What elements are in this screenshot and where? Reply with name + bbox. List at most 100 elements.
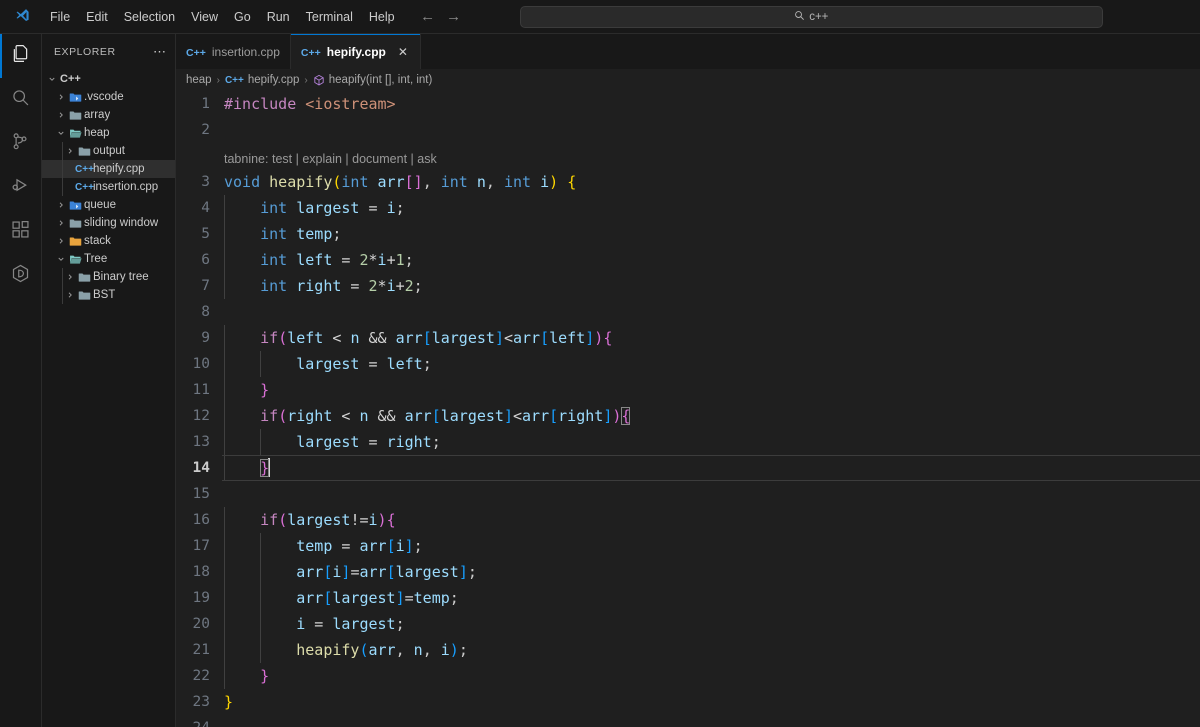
code-line-2[interactable]: 2	[176, 117, 1200, 143]
breadcrumb[interactable]: heap › C++ hepify.cpp › heapify(int [], int, …	[176, 69, 1200, 91]
editor-tab-insertion-cpp[interactable]: C++ insertion.cpp	[176, 34, 291, 69]
menu-edit[interactable]: Edit	[78, 5, 116, 29]
chevron-right-icon[interactable]	[55, 93, 67, 101]
code-line-5[interactable]: 5 int temp;	[176, 221, 1200, 247]
folder-orange-icon	[67, 235, 84, 248]
activity-item-explorer[interactable]	[0, 34, 42, 78]
codelens-action-test[interactable]: test	[272, 152, 292, 166]
code-line-12[interactable]: 12 if(right < n && arr[largest]<arr[righ…	[176, 403, 1200, 429]
code-line-24[interactable]: 24	[176, 715, 1200, 727]
chevron-right-icon[interactable]	[55, 201, 67, 209]
codelens-action-explain[interactable]: explain	[302, 152, 342, 166]
chevron-right-icon[interactable]	[55, 237, 67, 245]
tree-item-label: array	[84, 109, 111, 121]
tree-folder-sliding-window[interactable]: sliding window	[42, 214, 175, 232]
breadcrumb-item-3[interactable]: heapify(int [], int, int)	[313, 74, 432, 86]
breadcrumb-item-1[interactable]: heap	[186, 74, 212, 86]
codelens-action-ask[interactable]: ask	[417, 152, 436, 166]
code-line-8[interactable]: 8	[176, 299, 1200, 325]
code-line-14[interactable]: 14 }	[176, 455, 1200, 481]
arrow-left-icon[interactable]: ←	[417, 6, 439, 28]
tree-file-insertion-cpp[interactable]: C++ insertion.cpp	[42, 178, 175, 196]
menu-run[interactable]: Run	[259, 5, 298, 29]
chevron-down-icon[interactable]	[46, 75, 58, 83]
indent-guide	[224, 637, 225, 663]
cpp-file-icon: C++	[224, 74, 244, 86]
menu-terminal[interactable]: Terminal	[298, 5, 361, 29]
code-line-1[interactable]: 1 #include <iostream>	[176, 91, 1200, 117]
editor-scroll[interactable]: 1 #include <iostream> 2 tabnine: test | exp…	[176, 91, 1200, 727]
menu-view[interactable]: View	[183, 5, 226, 29]
code-line-13[interactable]: 13 largest = right;	[176, 429, 1200, 455]
chevron-right-icon[interactable]	[64, 291, 76, 299]
code-line-4[interactable]: 4 int largest = i;	[176, 195, 1200, 221]
close-icon[interactable]: ✕	[396, 45, 410, 59]
editor-tab-hepify-cpp[interactable]: C++ hepify.cpp ✕	[290, 34, 421, 69]
code-line-9[interactable]: 9 if(left < n && arr[largest]<arr[left])…	[176, 325, 1200, 351]
token: ;	[449, 589, 459, 607]
tree-folder-queue[interactable]: queue	[42, 196, 175, 214]
token: ]	[458, 563, 468, 581]
token: heapify	[296, 641, 360, 659]
breadcrumb-item-2[interactable]: C++ hepify.cpp	[225, 74, 299, 86]
tree-folder-heap[interactable]: heap	[42, 124, 175, 142]
tree-folder-dot-vscode[interactable]: .vscode	[42, 88, 175, 106]
tree-folder-C++[interactable]: C++	[42, 70, 175, 88]
tree-folder-Binary-tree[interactable]: Binary tree	[42, 268, 175, 286]
code-line-3[interactable]: 3 void heapify(int arr[], int n, int i) {	[176, 169, 1200, 195]
editor-tab-bar[interactable]: C++ insertion.cpp C++ hepify.cpp ✕	[176, 34, 1200, 69]
chevron-down-icon[interactable]	[55, 255, 67, 263]
tree-folder-stack[interactable]: stack	[42, 232, 175, 250]
activity-item-tabnine[interactable]	[0, 254, 42, 298]
arrow-right-icon[interactable]: →	[443, 6, 465, 28]
chevron-right-icon[interactable]	[55, 219, 67, 227]
menu-selection[interactable]: Selection	[116, 5, 183, 29]
code-line-10[interactable]: 10 largest = left;	[176, 351, 1200, 377]
code-line-19[interactable]: 19 arr[largest]=temp;	[176, 585, 1200, 611]
tree-folder-Tree[interactable]: Tree	[42, 250, 175, 268]
ellipsis-icon[interactable]: ⋯	[149, 44, 171, 60]
menu-go[interactable]: Go	[226, 5, 259, 29]
chevron-right-icon[interactable]	[55, 111, 67, 119]
code-line-21[interactable]: 21 heapify(arr, n, i);	[176, 637, 1200, 663]
token: <	[513, 407, 523, 425]
tree-item-label: C++	[60, 73, 81, 85]
token: right	[287, 407, 333, 425]
tree-folder-output[interactable]: output	[42, 142, 175, 160]
code-line-11[interactable]: 11 }	[176, 377, 1200, 403]
token: +	[395, 277, 405, 295]
code-line-6[interactable]: 6 int left = 2*i+1;	[176, 247, 1200, 273]
code-line-23[interactable]: 23}	[176, 689, 1200, 715]
tree-indent-guide	[62, 178, 63, 196]
codelens-action-document[interactable]: document	[352, 152, 407, 166]
token: (	[278, 407, 288, 425]
chevron-down-icon[interactable]	[55, 129, 67, 137]
code-line-16[interactable]: 16 if(largest!=i){	[176, 507, 1200, 533]
tree-folder-array[interactable]: array	[42, 106, 175, 124]
code-line-20[interactable]: 20 i = largest;	[176, 611, 1200, 637]
menu-help[interactable]: Help	[361, 5, 403, 29]
code-line-7[interactable]: 7 int right = 2*i+2;	[176, 273, 1200, 299]
code-line-15[interactable]: 15	[176, 481, 1200, 507]
search-input[interactable]: c++	[519, 5, 1103, 28]
chevron-right-icon[interactable]	[64, 147, 76, 155]
activity-item-run-and-debug[interactable]	[0, 166, 42, 210]
code-line-18[interactable]: 18 arr[i]=arr[largest];	[176, 559, 1200, 585]
activity-item-source-control[interactable]	[0, 122, 42, 166]
menu-file[interactable]: File	[42, 5, 78, 29]
code-content[interactable]: 1 #include <iostream> 2 tabnine: test | exp…	[176, 91, 1200, 727]
code-line-17[interactable]: 17 temp = arr[i];	[176, 533, 1200, 559]
tree-folder-BST[interactable]: BST	[42, 286, 175, 304]
line-number-20: 20	[192, 616, 210, 632]
token: 2	[404, 277, 414, 295]
activity-item-search[interactable]	[0, 78, 42, 122]
tree-file-hepify-cpp[interactable]: C++ hepify.cpp	[42, 160, 175, 178]
file-tree[interactable]: C++ .vscode array heap output C++ hepify.cpp C+…	[42, 69, 175, 727]
tree-indent-guide	[62, 286, 63, 304]
line-text-21: heapify(arr, n, i);	[222, 637, 1200, 663]
activity-item-extensions[interactable]	[0, 210, 42, 254]
code-line-22[interactable]: 22 }	[176, 663, 1200, 689]
token: arr	[404, 407, 432, 425]
chevron-right-icon[interactable]	[64, 273, 76, 281]
